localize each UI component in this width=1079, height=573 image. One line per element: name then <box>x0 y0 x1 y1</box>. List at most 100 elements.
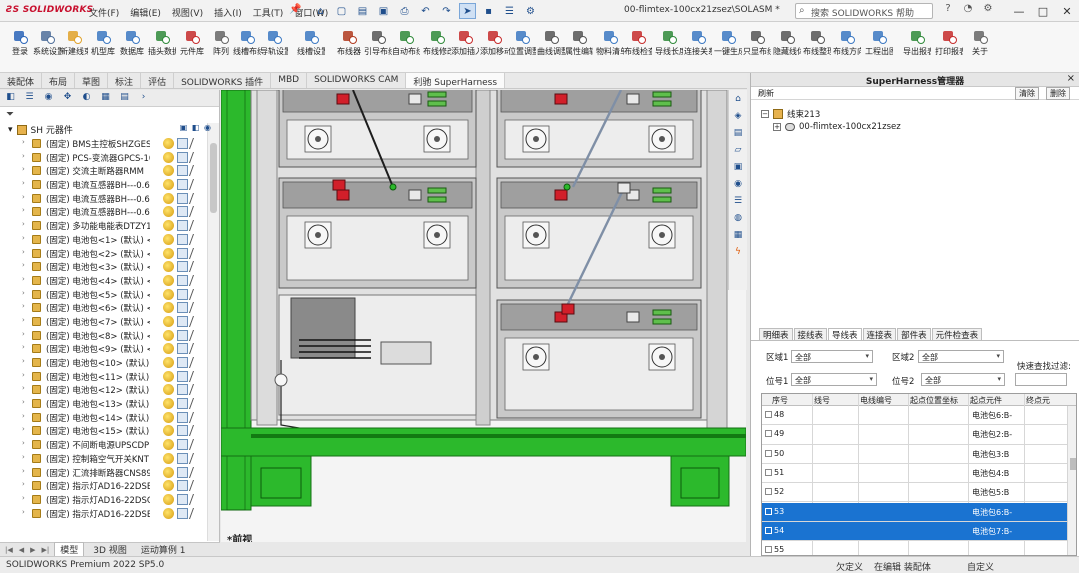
table-scrollbar[interactable] <box>1067 406 1076 555</box>
display-state-icon[interactable] <box>177 192 188 204</box>
ribbon-button-duct-settings[interactable]: 线槽设置 <box>297 26 325 72</box>
tree-row[interactable]: › (固定) 电池包<14> (默认) < <box>0 411 219 425</box>
report-tab-4[interactable]: 部件表 <box>897 328 931 341</box>
row-expand-icon[interactable] <box>765 449 772 457</box>
connector-green[interactable] <box>427 100 447 107</box>
battery-pack-4[interactable] <box>496 177 702 289</box>
expand-arrow-icon[interactable]: › <box>22 343 25 351</box>
green-base-rail[interactable] <box>221 427 746 457</box>
ribbon-button-property-edit[interactable]: 属性编辑 <box>565 26 593 72</box>
ribbon-button-print[interactable]: 打印报表 <box>935 26 963 72</box>
row-expand-icon[interactable] <box>765 430 772 438</box>
appearance-icon[interactable] <box>163 411 174 423</box>
display-state-icon[interactable] <box>177 370 188 382</box>
table-row[interactable]: 48 电池包6:B- <box>762 406 1067 426</box>
visibility-icon[interactable] <box>188 439 205 451</box>
report-tab-0[interactable]: 明细表 <box>759 328 793 341</box>
view-palette-icon[interactable]: ▣ <box>732 162 745 175</box>
battery-pack-top[interactable] <box>500 303 698 331</box>
tree-row[interactable]: › (固定) 电池包<9> (默认) < <box>0 342 219 356</box>
appearance-icon[interactable] <box>163 165 174 177</box>
terminal-red[interactable] <box>561 303 575 315</box>
display-state-icon[interactable] <box>177 493 188 505</box>
expand-arrow-icon[interactable]: › <box>22 467 25 475</box>
tree-row[interactable]: › (固定) 电池包<1> (默认) < <box>0 233 219 247</box>
first-page-icon[interactable]: |◀ <box>4 546 14 554</box>
display-column-icon[interactable]: ◧ <box>190 123 201 134</box>
redo-icon[interactable]: ↷ <box>438 3 455 19</box>
fan-hub[interactable] <box>533 232 539 238</box>
appearance-icon[interactable] <box>163 206 174 218</box>
row-expand-icon[interactable] <box>765 488 772 496</box>
ribbon-button-route-check[interactable]: 布线检查 <box>624 26 652 72</box>
file-explorer-icon[interactable]: ▱ <box>732 145 745 158</box>
ribbon-button-new-harness[interactable]: 新建线束 <box>60 26 88 72</box>
column-header[interactable]: 终点元 <box>1026 395 1060 406</box>
appearance-icon[interactable] <box>163 192 174 204</box>
expand-arrow-icon[interactable]: › <box>22 494 25 502</box>
connector-green[interactable] <box>427 187 447 194</box>
row-expand-icon[interactable] <box>765 526 772 534</box>
table-row[interactable]: 53 电池包6:B- <box>762 502 1067 522</box>
visibility-icon[interactable] <box>188 452 205 464</box>
display-state-icon[interactable] <box>177 179 188 191</box>
row-expand-icon[interactable] <box>765 468 772 476</box>
battery-pack-top[interactable] <box>282 181 473 209</box>
quick-filter-input[interactable] <box>1015 373 1067 386</box>
appearance-icon[interactable] <box>163 179 174 191</box>
refresh-button[interactable]: 刷新 <box>758 88 774 99</box>
tree-row[interactable]: › (固定) 电池包<13> (默认) < <box>0 397 219 411</box>
battery-terminal-grey[interactable] <box>408 93 422 105</box>
ribbon-button-connector-data[interactable]: 插头数据 <box>148 26 176 72</box>
battery-terminal-grey[interactable] <box>626 311 640 323</box>
appearance-icon[interactable] <box>163 274 174 286</box>
display-state-icon[interactable] <box>177 151 188 163</box>
display-state-icon[interactable] <box>177 343 188 355</box>
tree-row[interactable]: › (固定) 控制箱空气开关KNT <box>0 452 219 466</box>
appearance-icon[interactable] <box>163 398 174 410</box>
ribbon-button-rail[interactable]: 导轨设置 <box>260 26 288 72</box>
display-state-icon[interactable] <box>177 206 188 218</box>
display-state-icon[interactable] <box>177 452 188 464</box>
frame-left-post[interactable] <box>256 90 278 426</box>
ribbon-button-position-adjust[interactable]: 位置调整 <box>508 26 536 72</box>
visibility-icon[interactable] <box>188 220 205 232</box>
battery-terminal-grey[interactable] <box>626 93 640 105</box>
connector-green[interactable] <box>652 91 672 98</box>
tree-row[interactable]: › (固定) 电池包<15> (默认) < <box>0 424 219 438</box>
close-icon[interactable]: ✕ <box>1055 0 1079 22</box>
report-tab-5[interactable]: 元件检查表 <box>931 328 983 341</box>
ribbon-button-router[interactable]: 布线器 <box>335 26 363 72</box>
config-manager-tab-icon[interactable]: ◉ <box>42 92 55 105</box>
connector-green[interactable] <box>427 196 447 203</box>
expand-arrow-icon[interactable]: › <box>22 248 25 256</box>
visibility-icon[interactable] <box>188 384 205 396</box>
select-pointer-icon[interactable]: ➤ <box>459 3 476 19</box>
tree-row[interactable]: › (固定) 电池包<11> (默认) < <box>0 370 219 384</box>
display-state-icon[interactable] <box>177 439 188 451</box>
tree-row[interactable]: › (固定) 电池包<10> (默认) < <box>0 356 219 370</box>
tree-scrollbar[interactable] <box>207 123 219 541</box>
display-state-icon[interactable] <box>177 233 188 245</box>
cable-gland[interactable] <box>274 373 288 387</box>
tree-row[interactable]: › (固定) 电池包<12> (默认) < <box>0 383 219 397</box>
tree-row[interactable]: › (固定) 电池包<4> (默认) < <box>0 274 219 288</box>
help-icon[interactable]: ? <box>941 3 955 17</box>
display-state-icon[interactable] <box>177 398 188 410</box>
tab-4[interactable]: 评估 <box>141 73 175 88</box>
expand-icon[interactable]: › <box>137 92 150 105</box>
connector-green[interactable] <box>652 309 672 316</box>
ups-unit[interactable] <box>290 297 356 359</box>
delete-button[interactable]: 删除 <box>1046 87 1070 100</box>
expand-arrow-icon[interactable]: › <box>22 275 25 283</box>
display-state-icon[interactable] <box>177 274 188 286</box>
visibility-icon[interactable] <box>188 165 205 177</box>
to-tag-select[interactable]: 全部 ▾ <box>921 373 1005 386</box>
report-tab-3[interactable]: 连接表 <box>862 328 897 341</box>
expand-arrow-icon[interactable]: › <box>22 165 25 173</box>
undo-icon[interactable]: ↶ <box>417 3 434 19</box>
display-state-icon[interactable] <box>177 138 188 149</box>
table-row[interactable]: 50 电池包3:B <box>762 445 1067 464</box>
expand-arrow-icon[interactable]: › <box>22 152 25 160</box>
visibility-icon[interactable] <box>188 261 205 273</box>
